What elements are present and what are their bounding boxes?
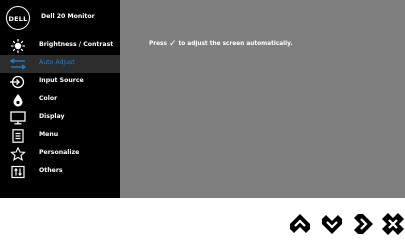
- color-icon: [13, 94, 23, 107]
- brightness-icon: [10, 39, 26, 53]
- osd-header: DELL Dell 20 Monitor: [0, 0, 120, 36]
- osd-sidebar: DELL Dell 20 Monitor Brightness / Contra…: [0, 0, 120, 198]
- menu-item-label: Personalize: [39, 149, 80, 156]
- menu-item-label: Others: [39, 167, 63, 174]
- others-icon: [11, 165, 25, 179]
- menu-item-menu[interactable]: Menu: [0, 127, 120, 145]
- menu-item-personalize[interactable]: Personalize: [0, 145, 120, 163]
- auto-adjust-icon: [9, 58, 27, 70]
- osd-button-bar: [0, 212, 405, 238]
- osd-panel: DELL Dell 20 Monitor Brightness / Contra…: [0, 0, 405, 198]
- menu-item-label: Input Source: [39, 77, 84, 84]
- instruction-prefix: Press: [149, 41, 169, 47]
- menu-item-auto-adjust[interactable]: Auto Adjust: [0, 55, 120, 73]
- input-source-icon: [10, 75, 25, 89]
- monitor-title: Dell 20 Monitor: [41, 13, 95, 20]
- up-icon[interactable]: [288, 212, 312, 236]
- menu-item-others[interactable]: Others: [0, 163, 120, 181]
- close-icon[interactable]: [381, 212, 405, 236]
- menu-item-label: Menu: [39, 131, 59, 138]
- personalize-icon: [10, 147, 26, 161]
- auto-adjust-instruction: Press ✓ to adjust the screen automatical…: [149, 39, 293, 49]
- menu-item-label: Brightness / Contrast: [39, 41, 114, 48]
- down-icon[interactable]: [320, 212, 344, 236]
- instruction-suffix: to adjust the screen automatically.: [176, 41, 293, 47]
- menu-icon: [12, 129, 24, 143]
- menu-item-color[interactable]: Color: [0, 91, 120, 109]
- right-icon[interactable]: [351, 212, 375, 236]
- menu-item-brightness-contrast[interactable]: Brightness / Contrast: [0, 37, 120, 55]
- dell-logo: DELL: [6, 6, 30, 30]
- menu-item-label: Color: [39, 95, 58, 102]
- menu-item-label: Auto Adjust: [39, 59, 75, 66]
- menu-item-label: Display: [39, 113, 65, 120]
- display-icon: [10, 111, 26, 125]
- menu-item-input-source[interactable]: Input Source: [0, 73, 120, 91]
- checkmark-icon: ✓: [168, 39, 177, 49]
- menu-item-display[interactable]: Display: [0, 109, 120, 127]
